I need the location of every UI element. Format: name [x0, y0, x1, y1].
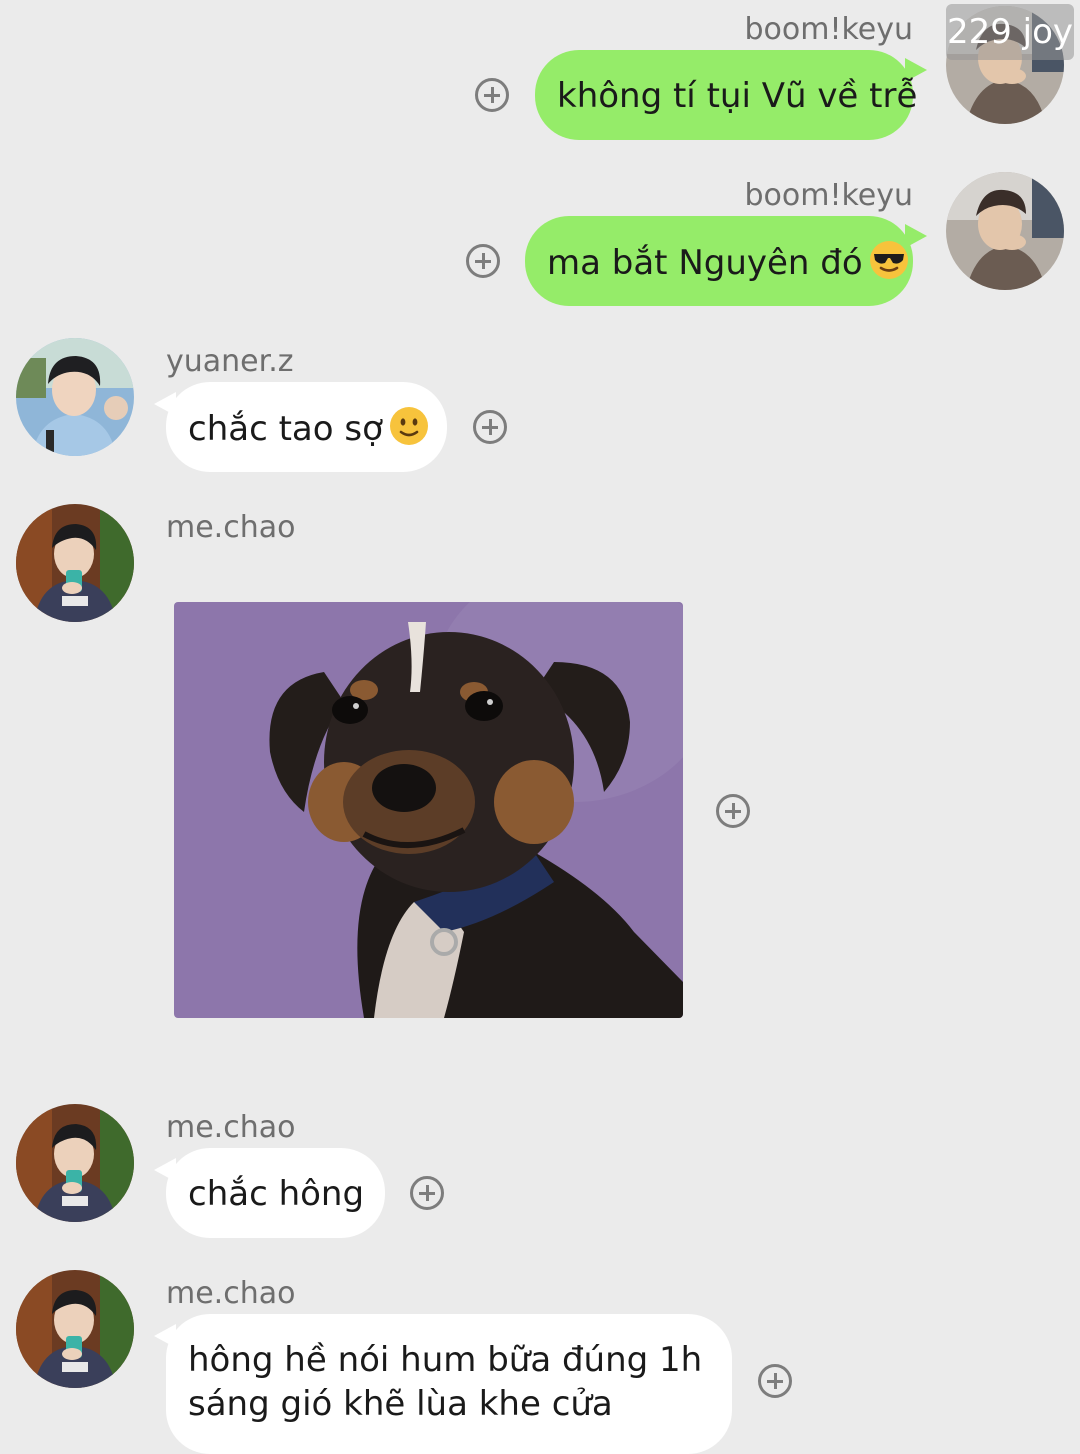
smiley-emoji-icon	[389, 406, 429, 457]
sender-name: me.chao	[166, 1276, 296, 1311]
message-counter: 229 joy	[946, 4, 1074, 60]
plus-circle-icon[interactable]	[473, 410, 507, 444]
sender-name: me.chao	[166, 510, 296, 545]
message-bubble[interactable]: ma bắt Nguyên đó	[525, 216, 913, 306]
plus-circle-icon[interactable]	[475, 78, 509, 112]
avatar[interactable]	[16, 504, 134, 622]
avatar[interactable]	[946, 172, 1064, 290]
plus-circle-icon[interactable]	[716, 794, 750, 828]
message-bubble[interactable]: không tí tụi Vũ về trễ	[535, 50, 917, 140]
avatar[interactable]	[16, 1104, 134, 1222]
avatar[interactable]	[16, 1270, 134, 1388]
sunglasses-emoji-icon	[869, 240, 909, 291]
smiling-dog-photo	[174, 602, 683, 1018]
sender-name: boom!keyu	[744, 12, 913, 47]
sender-name: yuaner.z	[166, 344, 294, 379]
plus-circle-icon[interactable]	[758, 1364, 792, 1398]
plus-circle-icon[interactable]	[410, 1176, 444, 1210]
message-text: không tí tụi Vũ về trễ	[557, 76, 918, 116]
message-bubble[interactable]: chắc hông	[166, 1148, 385, 1238]
message-text: chắc hông	[188, 1174, 365, 1214]
sender-name: boom!keyu	[744, 178, 913, 213]
message-bubble[interactable]: hông hề nói hum bữa đúng 1h sáng gió khẽ…	[166, 1314, 732, 1454]
message-text-line: sáng gió khẽ lùa khe cửa	[188, 1384, 613, 1424]
plus-circle-icon[interactable]	[466, 244, 500, 278]
message-bubble[interactable]: chắc tao sợ	[166, 382, 447, 472]
message-text-line: hông hề nói hum bữa đúng 1h	[188, 1340, 703, 1380]
image-message[interactable]	[174, 602, 683, 1018]
sender-name: me.chao	[166, 1110, 296, 1145]
message-text: chắc tao sợ	[188, 409, 383, 449]
message-text: ma bắt Nguyên đó	[547, 243, 863, 283]
avatar[interactable]	[16, 338, 134, 456]
